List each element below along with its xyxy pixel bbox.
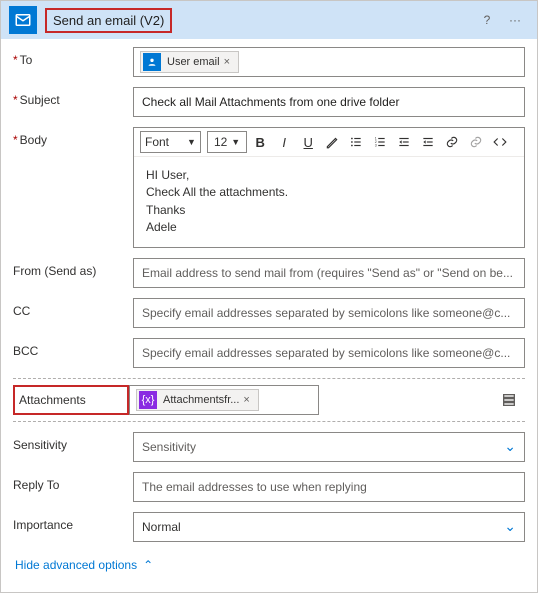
label-body: Body [13, 127, 133, 147]
rte-toolbar: Font ▼ 12 ▼ B I U [134, 128, 524, 157]
text-color-button[interactable] [321, 131, 343, 153]
token-label: User email [167, 56, 220, 68]
row-importance: Importance Normal ⌄ [13, 512, 525, 542]
label-bcc: BCC [13, 338, 133, 358]
outdent-button[interactable] [393, 131, 415, 153]
sensitivity-select[interactable]: Sensitivity ⌄ [133, 432, 525, 462]
underline-button[interactable]: U [297, 131, 319, 153]
help-button[interactable]: ? [473, 6, 501, 34]
row-to: To User email × [13, 47, 525, 77]
dynamic-content-icon [143, 53, 161, 71]
bold-button[interactable]: B [249, 131, 271, 153]
label-subject: Subject [13, 87, 133, 107]
outlook-icon [9, 6, 37, 34]
body-editor: Font ▼ 12 ▼ B I U [133, 127, 525, 248]
token-label: Attachmentsfr... [163, 394, 239, 406]
row-sensitivity: Sensitivity Sensitivity ⌄ [13, 432, 525, 462]
row-bcc: BCC Specify email addresses separated by… [13, 338, 525, 368]
row-replyto: Reply To The email addresses to use when… [13, 472, 525, 502]
token-user-email[interactable]: User email × [140, 51, 239, 73]
row-body: Body Font ▼ 12 ▼ B I U [13, 127, 525, 248]
cc-input[interactable]: Specify email addresses separated by sem… [133, 298, 525, 328]
unlink-button[interactable] [465, 131, 487, 153]
font-select[interactable]: Font ▼ [140, 131, 201, 153]
card-title: Send an email (V2) [45, 8, 172, 33]
row-cc: CC Specify email addresses separated by … [13, 298, 525, 328]
more-button[interactable]: ··· [501, 6, 529, 34]
importance-select[interactable]: Normal ⌄ [133, 512, 525, 542]
hide-advanced-link[interactable]: Hide advanced options ⌃ [13, 552, 155, 578]
body-textarea[interactable]: HI User, Check All the attachments. Than… [134, 157, 524, 247]
bcc-input[interactable]: Specify email addresses separated by sem… [133, 338, 525, 368]
label-importance: Importance [13, 512, 133, 532]
code-view-button[interactable] [489, 131, 511, 153]
send-email-card: Send an email (V2) ? ··· To User email ×… [0, 0, 538, 593]
indent-button[interactable] [417, 131, 439, 153]
link-button[interactable] [441, 131, 463, 153]
card-header: Send an email (V2) ? ··· [1, 1, 537, 39]
from-input[interactable]: Email address to send mail from (require… [133, 258, 525, 288]
caret-icon: ▼ [231, 137, 240, 147]
chevron-down-icon: ⌄ [504, 518, 516, 535]
caret-icon: ▼ [187, 137, 196, 147]
numbered-button[interactable]: 123 [369, 131, 391, 153]
subject-input[interactable]: Check all Mail Attachments from one driv… [133, 87, 525, 117]
token-remove[interactable]: × [220, 56, 234, 68]
attachments-input[interactable]: {x} Attachmentsfr... × [129, 385, 319, 415]
label-to: To [13, 47, 133, 67]
bullets-button[interactable] [345, 131, 367, 153]
card-body: To User email × Subject Check all Mail A… [1, 39, 537, 592]
label-sensitivity: Sensitivity [13, 432, 133, 452]
font-size-select[interactable]: 12 ▼ [207, 131, 247, 153]
token-remove[interactable]: × [239, 394, 253, 406]
label-attachments: Attachments [13, 385, 129, 415]
italic-button[interactable]: I [273, 131, 295, 153]
label-cc: CC [13, 298, 133, 318]
expression-icon: {x} [139, 391, 157, 409]
row-attachments: Attachments {x} Attachmentsfr... × [13, 378, 525, 422]
row-subject: Subject Check all Mail Attachments from … [13, 87, 525, 117]
label-from: From (Send as) [13, 258, 133, 278]
row-from: From (Send as) Email address to send mai… [13, 258, 525, 288]
label-replyto: Reply To [13, 472, 133, 492]
svg-text:3: 3 [375, 144, 377, 148]
chevron-down-icon: ⌄ [504, 438, 516, 455]
switch-to-array-button[interactable] [501, 392, 525, 408]
chevron-up-icon: ⌃ [143, 558, 153, 572]
to-input[interactable]: User email × [133, 47, 525, 77]
token-attachments[interactable]: {x} Attachmentsfr... × [136, 389, 259, 411]
replyto-input[interactable]: The email addresses to use when replying [133, 472, 525, 502]
